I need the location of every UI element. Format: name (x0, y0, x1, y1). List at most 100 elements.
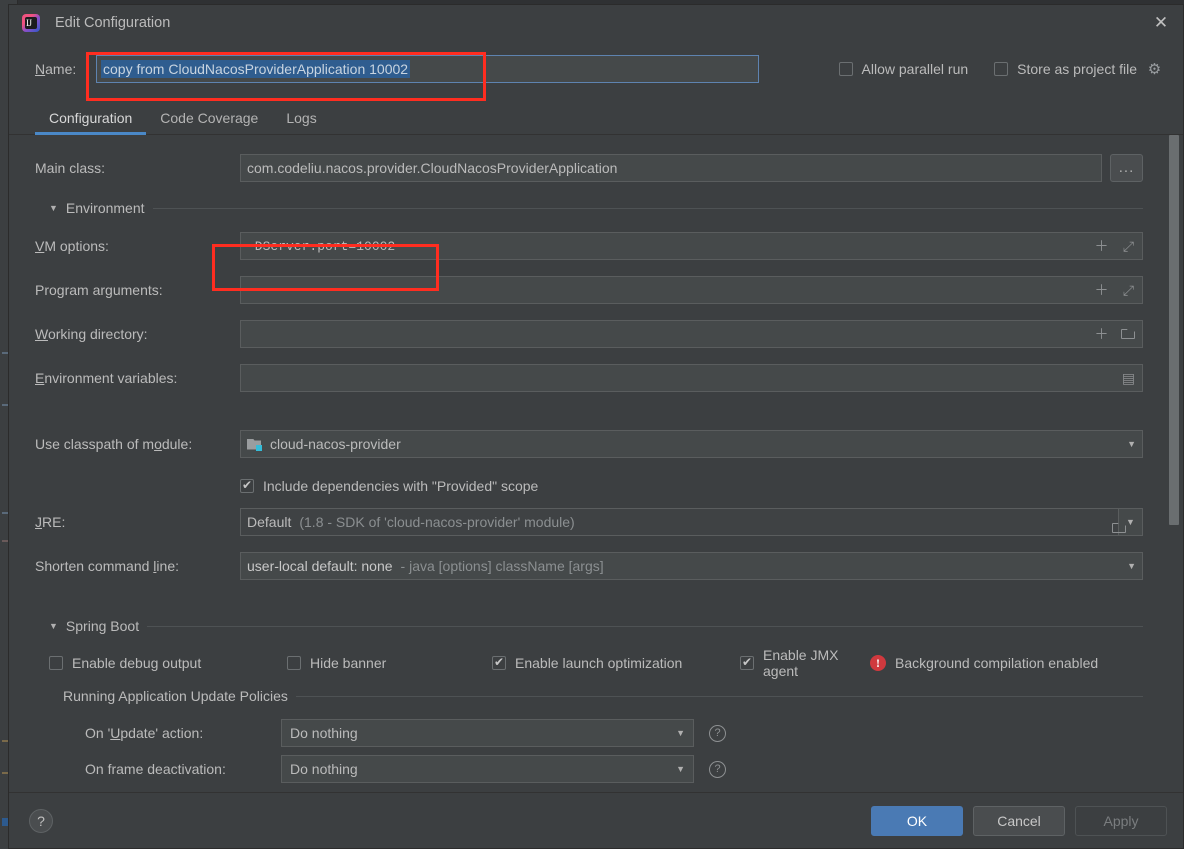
use-classpath-value: cloud-nacos-provider (270, 436, 401, 452)
chevron-down-icon: ▼ (676, 728, 685, 738)
section-divider (147, 625, 1143, 627)
update-policies-section-header: Running Application Update Policies (63, 683, 1143, 709)
include-provided-label: Include dependencies with "Provided" sco… (263, 478, 539, 494)
enable-jmx-agent-checkbox[interactable]: Enable JMX agent (740, 647, 870, 679)
help-icon[interactable]: ? (709, 760, 726, 778)
environment-variables-label: Environment variables: (35, 370, 178, 386)
environment-variables-input[interactable]: ▤ (240, 364, 1143, 392)
chevron-down-icon: ▼ (49, 203, 58, 213)
cancel-button[interactable]: Cancel (973, 805, 1065, 836)
apply-button[interactable]: Apply (1075, 805, 1167, 836)
scrollbar-thumb[interactable] (1169, 135, 1179, 525)
dialog-title: Edit Configuration (55, 15, 171, 31)
working-directory-field-icons: ＋ (1094, 326, 1136, 342)
vertical-scrollbar[interactable] (1169, 135, 1179, 792)
vm-options-value: -DServer.port=10002 (247, 238, 396, 254)
on-update-action-value: Do nothing (290, 725, 358, 741)
enable-launch-optimization-checkbox[interactable]: Enable launch optimization (492, 654, 740, 671)
dialog-footer: ? OK Cancel Apply (9, 792, 1183, 848)
intellij-idea-logo-icon: IJ (21, 13, 41, 33)
jre-row: JRE: Default (1.8 - SDK of 'cloud-nacos-… (35, 505, 1143, 539)
include-provided-checkbox[interactable]: Include dependencies with "Provided" sco… (240, 477, 539, 494)
program-arguments-row: Program arguments: ＋ ⤢ (35, 273, 1143, 307)
checkbox-box (240, 477, 254, 493)
ok-button[interactable]: OK (871, 805, 963, 836)
name-row: Name: copy from CloudNacosProviderApplic… (9, 41, 1183, 101)
expand-icon[interactable]: ⤢ (1121, 238, 1136, 254)
checkbox-box (49, 656, 63, 670)
use-classpath-combo[interactable]: cloud-nacos-provider ▼ (240, 430, 1143, 458)
main-class-browse-button[interactable]: ... (1110, 154, 1143, 182)
enable-launch-optimization-label: Enable launch optimization (515, 655, 683, 671)
add-icon[interactable]: ＋ (1094, 326, 1109, 342)
name-label: Name: (35, 61, 77, 77)
spring-boot-options-row: Enable debug output Hide banner Enable l… (35, 647, 1143, 679)
tab-configuration[interactable]: Configuration (35, 110, 147, 135)
chevron-down-icon: ▼ (49, 621, 58, 631)
use-classpath-label: Use classpath of module: (35, 436, 193, 452)
hide-banner-label: Hide banner (310, 655, 387, 671)
checkbox-box (287, 656, 301, 670)
shorten-command-line-value: user-local default: none (247, 558, 393, 574)
hide-banner-checkbox[interactable]: Hide banner (287, 655, 492, 671)
jre-hint: (1.8 - SDK of 'cloud-nacos-provider' mod… (299, 514, 575, 530)
on-update-action-combo[interactable]: Do nothing ▼ (281, 719, 694, 747)
tab-logs[interactable]: Logs (272, 110, 330, 134)
dialog-titlebar: IJ Edit Configuration ✕ (9, 5, 1183, 41)
spring-boot-section-label: Spring Boot (65, 618, 140, 634)
enable-jmx-agent-label: Enable JMX agent (763, 647, 839, 679)
on-frame-deactivation-value: Do nothing (290, 761, 358, 777)
close-icon[interactable]: ✕ (1139, 5, 1183, 41)
program-arguments-input[interactable]: ＋ ⤢ (240, 276, 1143, 304)
use-classpath-row: Use classpath of module: cloud-nacos-pro… (35, 427, 1143, 461)
environment-variables-field-icons: ▤ (1121, 370, 1136, 386)
working-directory-label: Working directory: (35, 326, 148, 342)
allow-parallel-run-checkbox[interactable]: Allow parallel run (838, 61, 968, 77)
vm-options-input[interactable]: -DServer.port=10002 ＋ ⤢ (240, 232, 1143, 260)
folder-icon[interactable] (1121, 328, 1136, 340)
store-as-project-file-label: Store as project file (1017, 61, 1137, 77)
jre-combo[interactable]: Default (1.8 - SDK of 'cloud-nacos-provi… (240, 508, 1126, 536)
update-policies-label: Running Application Update Policies (63, 688, 288, 704)
list-editor-icon[interactable]: ▤ (1121, 370, 1136, 386)
help-button[interactable]: ? (29, 808, 53, 833)
include-provided-row: Include dependencies with "Provided" sco… (35, 471, 1143, 501)
main-class-input[interactable]: com.codeliu.nacos.provider.CloudNacosPro… (240, 154, 1102, 182)
shorten-command-line-label: Shorten command line: (35, 558, 179, 574)
main-class-label: Main class: (35, 160, 106, 176)
on-update-action-row: On 'Update' action: Do nothing ▼ ? (35, 715, 1143, 751)
edit-configuration-dialog: IJ Edit Configuration ✕ Name: copy from … (8, 4, 1184, 849)
background-compilation-label: Background compilation enabled (895, 655, 1099, 671)
gear-icon[interactable]: ⚙ (1146, 61, 1163, 78)
add-icon[interactable]: ＋ (1094, 282, 1109, 298)
on-frame-deactivation-combo[interactable]: Do nothing ▼ (281, 755, 694, 783)
spring-boot-section-header[interactable]: ▼ Spring Boot (49, 613, 1143, 639)
jre-label: JRE: (35, 514, 66, 530)
checkbox-box (492, 654, 506, 670)
name-input[interactable]: copy from CloudNacosProviderApplication … (96, 55, 759, 83)
main-class-value: com.codeliu.nacos.provider.CloudNacosPro… (247, 160, 618, 176)
add-icon[interactable]: ＋ (1094, 238, 1109, 254)
shorten-command-line-combo[interactable]: user-local default: none - java [options… (240, 552, 1143, 580)
vm-options-label: VM options: (35, 238, 109, 254)
chevron-down-icon: ▼ (676, 764, 685, 774)
expand-icon[interactable]: ⤢ (1121, 282, 1136, 298)
on-update-action-label: On 'Update' action: (85, 725, 204, 741)
chevron-down-icon: ▼ (1127, 561, 1136, 571)
on-frame-deactivation-label: On frame deactivation: (85, 761, 226, 777)
configuration-form: Main class: com.codeliu.nacos.provider.C… (9, 151, 1183, 787)
working-directory-input[interactable]: ＋ (240, 320, 1143, 348)
shorten-command-line-row: Shorten command line: user-local default… (35, 549, 1143, 583)
working-directory-row: Working directory: ＋ (35, 317, 1143, 351)
enable-debug-output-checkbox[interactable]: Enable debug output (49, 655, 287, 671)
help-icon[interactable]: ? (709, 724, 726, 742)
environment-section-header[interactable]: ▼ Environment (49, 195, 1143, 221)
dialog-tabs: Configuration Code Coverage Logs (9, 97, 1183, 135)
program-arguments-field-icons: ＋ ⤢ (1094, 282, 1136, 299)
name-input-value: copy from CloudNacosProviderApplication … (101, 60, 411, 78)
error-icon: ! (870, 655, 886, 671)
tab-code-coverage[interactable]: Code Coverage (146, 110, 272, 134)
vm-options-row: VM options: -DServer.port=10002 ＋ ⤢ (35, 229, 1143, 263)
store-as-project-file-checkbox[interactable]: Store as project file ⚙ (994, 61, 1163, 78)
module-folder-icon (247, 438, 262, 451)
